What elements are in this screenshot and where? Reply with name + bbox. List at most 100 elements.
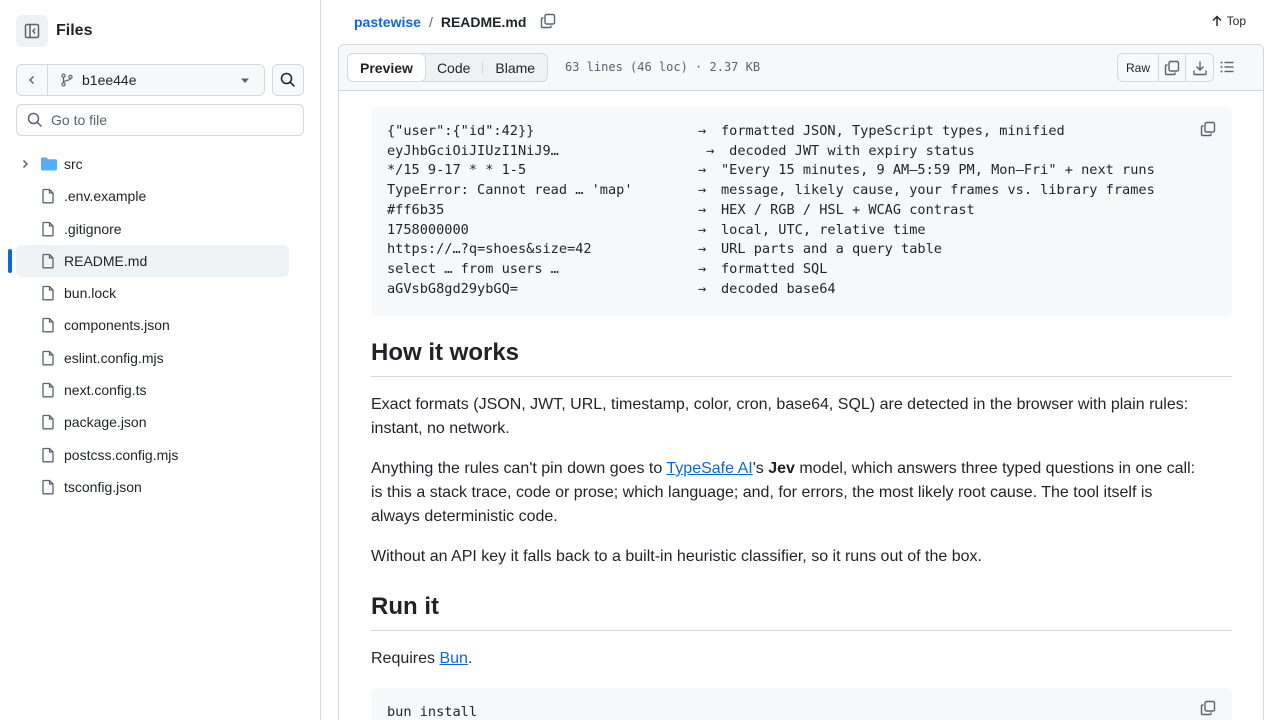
- readme-content: {"user":{"id":42}} → formatted JSON, TypeS…: [338, 91, 1264, 720]
- file-icon: [42, 382, 54, 398]
- tree-file-item[interactable]: .env.example: [16, 180, 289, 212]
- example-arrow: →: [698, 182, 707, 199]
- chevron-left-icon: [28, 75, 35, 85]
- file-tree: src .env.example .gitignore README.md bun.lo…: [8, 148, 289, 503]
- tree-item-label: bun.lock: [64, 285, 117, 302]
- example-arrow: →: [698, 280, 707, 297]
- tree-item-label: eslint.config.mjs: [64, 349, 164, 366]
- heading-how-it-works: How it works: [371, 338, 1232, 377]
- example-output: formatted JSON, TypeScript types, minifi…: [721, 123, 1065, 139]
- file-icon: [42, 479, 54, 495]
- bun-link[interactable]: Bun: [439, 650, 467, 667]
- example-output: local, UTC, relative time: [721, 221, 926, 238]
- example-arrow: →: [698, 241, 707, 258]
- top-link-label: Top: [1226, 14, 1246, 28]
- tree-file-item[interactable]: postcss.config.mjs: [16, 439, 289, 471]
- example-arrow: →: [698, 142, 715, 159]
- file-icon: [42, 350, 54, 366]
- tree-file-item[interactable]: eslint.config.mjs: [16, 342, 289, 374]
- tree-item-label: components.json: [64, 317, 170, 334]
- copy-code-button[interactable]: [1200, 121, 1216, 141]
- branch-row: b1ee44e: [16, 64, 304, 96]
- heading-run-it: Run it: [371, 592, 1232, 631]
- tree-item-label: postcss.config.mjs: [64, 446, 179, 463]
- tree-item-label: package.json: [64, 414, 147, 431]
- file-info: 63 lines (46 loc) · 2.37 KB: [565, 60, 761, 74]
- search-icon: [280, 72, 296, 88]
- tree-file-item[interactable]: tsconfig.json: [16, 471, 289, 503]
- file-icon: [42, 415, 54, 430]
- tree-item-label: .env.example: [64, 188, 147, 205]
- example-output: HEX / RGB / HSL + WCAG contrast: [721, 201, 975, 218]
- tree-folder-item[interactable]: src: [16, 148, 289, 180]
- text-segment: Requires: [371, 650, 440, 667]
- back-button[interactable]: [17, 65, 48, 95]
- paragraph-fallback: Without an API key it falls back to a bu…: [371, 548, 982, 565]
- tab-code[interactable]: Code: [425, 54, 482, 81]
- file-viewer: pastewise / README.md Top Preview Code B…: [338, 0, 1264, 720]
- go-to-file-input[interactable]: [51, 112, 281, 128]
- tree-file-item[interactable]: .gitignore: [16, 213, 289, 245]
- example-output: decoded JWT with expiry status: [721, 142, 975, 159]
- tree-file-item[interactable]: next.config.ts: [16, 374, 289, 406]
- file-toolbar: Preview Code Blame 63 lines (46 loc) · 2…: [338, 44, 1264, 91]
- tab-preview[interactable]: Preview: [347, 53, 426, 82]
- tree-file-item[interactable]: components.json: [16, 309, 289, 341]
- breadcrumb-repo-link[interactable]: pastewise: [354, 14, 421, 30]
- tree-file-item[interactable]: bun.lock: [16, 277, 289, 309]
- copy-raw-button[interactable]: [1159, 54, 1186, 81]
- branch-dropdown[interactable]: b1ee44e: [48, 65, 264, 95]
- tab-blame[interactable]: Blame: [483, 54, 547, 81]
- folder-icon: [41, 157, 57, 171]
- git-branch-icon: [61, 73, 73, 87]
- branch-selector[interactable]: b1ee44e: [16, 64, 265, 96]
- chevron-right-icon[interactable]: [19, 158, 31, 170]
- caret-down-icon: [241, 78, 249, 83]
- arrow-up-icon: [1212, 15, 1222, 26]
- tree-item-label: next.config.ts: [64, 382, 147, 399]
- paragraph-detection: Exact formats (JSON, JWT, URL, timestamp…: [371, 396, 1189, 437]
- example-output: decoded base64: [721, 280, 836, 297]
- tree-item-label: .gitignore: [64, 220, 122, 237]
- model-name: Jev: [768, 460, 795, 477]
- run-code-block: bun install: [371, 688, 1232, 720]
- example-input: eyJhbGciOiJIUzI1NiJ9…: [387, 142, 559, 159]
- file-icon: [42, 447, 54, 463]
- example-output: "Every 15 minutes, 9 AM–5:59 PM, Mon–Fri…: [721, 162, 1155, 179]
- examples-code-block: {"user":{"id":42}} → formatted JSON, TypeS…: [371, 107, 1232, 316]
- paragraph-requires: Requires Bun.: [371, 647, 1201, 671]
- example-output: URL parts and a query table: [721, 241, 942, 258]
- collapse-sidebar-button[interactable]: [16, 15, 48, 47]
- example-arrow: →: [698, 162, 707, 179]
- text-segment: Anything the rules can't pin down goes t…: [371, 460, 667, 477]
- copy-path-button[interactable]: [540, 13, 556, 32]
- typesafe-ai-link[interactable]: TypeSafe AI: [666, 460, 752, 477]
- raw-button[interactable]: Raw: [1118, 54, 1159, 81]
- tree-item-label: README.md: [64, 252, 148, 269]
- example-input: TypeError: Cannot read … 'map': [387, 182, 633, 199]
- tree-file-item[interactable]: README.md: [8, 244, 289, 277]
- code-line: bun install: [387, 704, 478, 720]
- example-input: */15 9-17 * * 1-5: [387, 162, 527, 179]
- branch-name: b1ee44e: [82, 72, 137, 88]
- example-input: aGVsbG8gd29ybGQ=: [387, 280, 518, 297]
- example-arrow: →: [698, 221, 707, 238]
- copy-icon: [1164, 60, 1180, 75]
- example-arrow: →: [698, 260, 707, 277]
- copy-code-button[interactable]: [1200, 700, 1216, 720]
- copy-icon: [1200, 121, 1216, 137]
- breadcrumb-separator: /: [428, 14, 433, 30]
- search-files-button[interactable]: [272, 64, 304, 96]
- tree-file-item[interactable]: package.json: [16, 406, 289, 438]
- sidebar-title: Files: [56, 22, 93, 39]
- example-output: formatted SQL: [721, 260, 828, 277]
- back-to-top-link[interactable]: Top: [1211, 14, 1246, 28]
- view-mode-tabs: Preview Code Blame: [347, 53, 549, 82]
- example-input: #ff6b35: [387, 201, 445, 218]
- outline-button[interactable]: [1219, 59, 1235, 78]
- download-button[interactable]: [1186, 54, 1213, 81]
- file-icon: [42, 189, 54, 204]
- tree-item-label: src: [64, 156, 83, 172]
- paragraph-ai-model: Anything the rules can't pin down goes t…: [371, 457, 1201, 529]
- go-to-file-field[interactable]: [16, 104, 304, 136]
